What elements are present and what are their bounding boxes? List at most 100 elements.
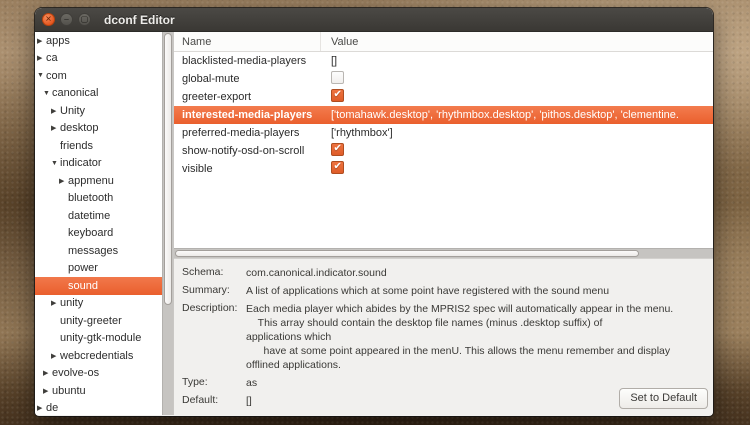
column-header-value[interactable]: Value (321, 32, 713, 51)
checkbox-checked-icon[interactable] (331, 89, 344, 102)
sidebar-item-label: desktop (60, 122, 99, 134)
table-row-show-notify-osd-on-scroll[interactable]: show-notify-osd-on-scroll (174, 142, 713, 160)
key-value: ['rhythmbox'] (321, 127, 713, 139)
minimize-button[interactable]: – (60, 13, 73, 26)
sidebar-item-power[interactable]: power (35, 260, 173, 278)
sidebar-item-label: webcredentials (60, 350, 133, 362)
table-row-interested-media-players[interactable]: interested-media-players ['tomahawk.desk… (174, 106, 713, 124)
sidebar-item-label: evolve-os (52, 367, 99, 379)
sidebar-item-label: ca (46, 52, 58, 64)
maximize-button[interactable]: ▢ (78, 13, 91, 26)
expander-icon[interactable]: ▶ (43, 369, 52, 377)
sidebar-item-unity-gtk-module[interactable]: unity-gtk-module (35, 330, 173, 348)
sidebar-item-label: appmenu (68, 175, 114, 187)
default-label: Default: (182, 394, 246, 408)
sidebar-item-unity-greeter[interactable]: unity-greeter (35, 312, 173, 330)
key-value (321, 161, 713, 177)
sidebar-item-evolve-os[interactable]: ▶evolve-os (35, 365, 173, 383)
checkbox-checked-icon[interactable] (331, 161, 344, 174)
key-value: ['tomahawk.desktop', 'rhythmbox.desktop'… (321, 109, 713, 121)
sidebar-item-webcredentials[interactable]: ▶webcredentials (35, 347, 173, 365)
sidebar-item-label: friends (60, 140, 93, 152)
summary-label: Summary: (182, 284, 246, 298)
sidebar-item-appmenu[interactable]: ▶appmenu (35, 172, 173, 190)
maximize-icon: ▢ (81, 15, 89, 23)
sidebar-item-ca[interactable]: ▶ca (35, 50, 173, 68)
key-name: greeter-export (174, 91, 321, 103)
table-row-greeter-export[interactable]: greeter-export (174, 88, 713, 106)
sidebar-item-label: unity-greeter (60, 315, 122, 327)
expander-icon[interactable]: ▶ (37, 54, 46, 62)
sidebar-item-ubuntu[interactable]: ▶ubuntu (35, 382, 173, 400)
key-name: visible (174, 163, 321, 175)
key-name: preferred-media-players (174, 127, 321, 139)
expander-icon[interactable]: ▶ (59, 177, 68, 185)
close-button[interactable]: ✕ (42, 13, 55, 26)
expander-icon[interactable]: ▶ (51, 352, 60, 360)
sidebar-item-datetime[interactable]: datetime (35, 207, 173, 225)
key-name: blacklisted-media-players (174, 55, 321, 67)
minimize-icon: – (64, 15, 68, 23)
key-value (321, 71, 713, 87)
sidebar-item-label: messages (68, 245, 118, 257)
key-value: [] (321, 55, 713, 67)
window-content: ▶apps ▶ca ▼com ▼canonical ▶Unity ▶deskto… (35, 32, 713, 415)
schema-label: Schema: (182, 266, 246, 280)
column-header-name[interactable]: Name (174, 32, 321, 51)
sidebar-item-com[interactable]: ▼com (35, 67, 173, 85)
table-row-visible[interactable]: visible (174, 160, 713, 178)
sidebar-item-label: unity-gtk-module (60, 332, 141, 344)
sidebar-item-canonical[interactable]: ▼canonical (35, 85, 173, 103)
table-row-preferred-media-players[interactable]: preferred-media-players ['rhythmbox'] (174, 124, 713, 142)
sidebar-item-label: ubuntu (52, 385, 86, 397)
expander-icon[interactable]: ▶ (51, 299, 60, 307)
expander-icon[interactable]: ▶ (37, 37, 46, 45)
table-row-blacklisted-media-players[interactable]: blacklisted-media-players [] (174, 52, 713, 70)
sidebar-item-label: Unity (60, 105, 85, 117)
sidebar-item-unity[interactable]: ▶unity (35, 295, 173, 313)
sidebar-item-friends[interactable]: friends (35, 137, 173, 155)
table-header: Name Value (174, 32, 713, 52)
table-row-global-mute[interactable]: global-mute (174, 70, 713, 88)
tree-scrollbar-thumb[interactable] (164, 33, 172, 305)
schema-tree-panel: ▶apps ▶ca ▼com ▼canonical ▶Unity ▶deskto… (35, 32, 174, 415)
description-label: Description: (182, 302, 246, 372)
sidebar-item-messages[interactable]: messages (35, 242, 173, 260)
table-hscrollbar-thumb[interactable] (175, 250, 639, 257)
key-details-panel: Schema: com.canonical.indicator.sound Su… (174, 258, 713, 415)
close-icon: ✕ (45, 15, 52, 23)
expander-icon[interactable]: ▼ (51, 160, 60, 167)
expander-icon[interactable]: ▼ (37, 72, 46, 79)
sidebar-item-bluetooth[interactable]: bluetooth (35, 190, 173, 208)
sidebar-item-keyboard[interactable]: keyboard (35, 225, 173, 243)
sidebar-item-label: datetime (68, 210, 110, 222)
sidebar-item-label: power (68, 262, 98, 274)
expander-icon[interactable]: ▼ (43, 90, 52, 97)
sidebar-item-Unity[interactable]: ▶Unity (35, 102, 173, 120)
description-value: Each media player which abides by the MP… (246, 302, 705, 372)
checkbox-unchecked-icon[interactable] (331, 71, 344, 84)
sidebar-item-sound[interactable]: sound (35, 277, 163, 295)
expander-icon[interactable]: ▶ (37, 404, 46, 412)
sidebar-item-apps[interactable]: ▶apps (35, 32, 173, 50)
window-title: dconf Editor (104, 13, 175, 27)
expander-icon[interactable]: ▶ (51, 107, 60, 115)
titlebar[interactable]: ✕ – ▢ dconf Editor (35, 8, 713, 32)
sidebar-item-de[interactable]: ▶de (35, 400, 173, 416)
desktop-wallpaper: ✕ – ▢ dconf Editor ▶apps ▶ca ▼com ▼canon… (0, 0, 750, 425)
checkbox-checked-icon[interactable] (331, 143, 344, 156)
key-name: interested-media-players (174, 109, 321, 121)
sidebar-item-indicator[interactable]: ▼indicator (35, 155, 173, 173)
type-label: Type: (182, 376, 246, 390)
expander-icon[interactable]: ▶ (43, 387, 52, 395)
set-to-default-button[interactable]: Set to Default (619, 388, 708, 409)
sidebar-item-label: sound (68, 280, 98, 292)
tree-scrollbar[interactable] (162, 32, 173, 415)
right-panel: Name Value blacklisted-media-players [] … (174, 32, 713, 415)
keys-table: Name Value blacklisted-media-players [] … (174, 32, 713, 258)
dconf-editor-window: ✕ – ▢ dconf Editor ▶apps ▶ca ▼com ▼canon… (35, 8, 713, 416)
sidebar-item-desktop[interactable]: ▶desktop (35, 120, 173, 138)
table-hscrollbar[interactable] (174, 248, 713, 258)
expander-icon[interactable]: ▶ (51, 124, 60, 132)
sidebar-item-label: de (46, 402, 58, 414)
